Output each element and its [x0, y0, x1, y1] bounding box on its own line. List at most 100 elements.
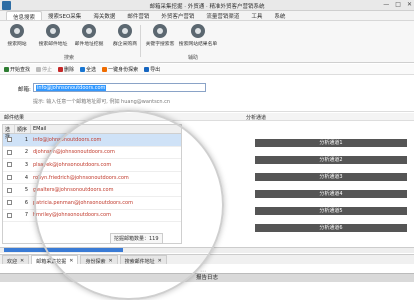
ribbon-label: 搜索邮件地址 [38, 42, 68, 47]
close-icon[interactable]: ✕ [158, 258, 162, 264]
key-icon [153, 24, 167, 38]
at-icon [82, 24, 96, 38]
ribbon-results-button[interactable]: 搜索网站结果名单 [178, 24, 218, 47]
menu-seo[interactable]: 搜索SEO采集 [42, 11, 87, 20]
tab-identity[interactable]: 身份探索 ✕ [80, 255, 118, 265]
tab-welcome[interactable]: 欢迎 ✕ [2, 255, 30, 265]
row-checkbox[interactable] [6, 200, 12, 206]
menu-customs[interactable]: 海关数据 [87, 11, 121, 20]
ribbon-buyers-button[interactable]: 群企采购商 [108, 24, 142, 47]
ribbon-group-search: 搜索 [64, 55, 75, 61]
tab-email-mining[interactable]: 邮箱采集挖掘 ✕ [31, 255, 79, 265]
row-index: 7 [24, 212, 28, 219]
channel-5-button[interactable]: 分析通道5 [255, 207, 407, 215]
channel-3-button[interactable]: 分析通道3 [255, 173, 407, 181]
ribbon-mine-email-button[interactable]: 邮件地址挖掘 [72, 24, 106, 47]
log-panel-header[interactable]: 报告日志 [0, 273, 414, 282]
channel-2-button[interactable]: 分析通道2 [255, 156, 407, 164]
ribbon-search-site-button[interactable]: 搜索网站 [2, 24, 32, 47]
maximize-button[interactable]: □ [395, 1, 401, 8]
start-button[interactable]: 开始查找 [4, 66, 30, 73]
results-title: 邮件结果 [0, 113, 240, 121]
close-icon[interactable]: ✕ [20, 258, 24, 264]
stop-button[interactable]: 停止 [36, 66, 52, 73]
menu-client-marketing[interactable]: 外贸客户营销 [155, 11, 200, 20]
table-row[interactable]: 6 patricia.penman@johnsonoutdoors.com [3, 197, 181, 210]
window-title: 邮箱采集挖掘 · 外贸通 · 精准外贸客户营销系统 [149, 4, 265, 10]
tab-label: 身份探索 [85, 259, 106, 265]
export-label: 导出 [150, 66, 161, 73]
table-row[interactable]: 1 info@johnsonoutdoors.com [3, 134, 181, 147]
menu-traffic[interactable]: 流量营销渠道 [200, 11, 245, 20]
ribbon-keyword-button[interactable]: 关键字搜索客 [143, 24, 177, 47]
ribbon-label: 搜索网站 [7, 42, 27, 47]
table-row[interactable]: 7 hmriley@johnsonoutdoors.com [3, 210, 181, 223]
email-input[interactable]: info@johnsonoutdoors.com [33, 83, 206, 92]
channels-title: 分析通道 [240, 113, 414, 121]
progress-bar [4, 248, 123, 252]
tab-label: 搜索邮件地址 [124, 259, 155, 265]
ribbon-separator [140, 25, 141, 57]
menu-email-marketing[interactable]: 邮件营销 [121, 11, 155, 20]
table-row[interactable]: 2 djohnson@johnsonoutdoors.com [3, 147, 181, 160]
ribbon-search-email-button[interactable]: 搜索邮件地址 [36, 24, 70, 47]
delete-button[interactable]: 删除 [58, 66, 74, 73]
row-checkbox[interactable] [6, 149, 12, 155]
row-checkbox[interactable] [6, 212, 12, 218]
row-email: robyn.friedrich@johnsonoutdoors.com [33, 174, 129, 181]
row-index: 2 [24, 149, 28, 156]
col-email[interactable]: EMail [31, 125, 181, 133]
tab-search-email[interactable]: 搜索邮件地址 ✕ [119, 255, 167, 265]
row-checkbox[interactable] [6, 162, 12, 168]
menu-bar: 信息搜索 搜索SEO采集 海关数据 邮件营销 外贸客户营销 流量营销渠道 工具 … [0, 11, 414, 21]
ribbon-label: 搜索网站结果名单 [178, 42, 218, 47]
menu-info-search[interactable]: 信息搜索 [6, 11, 43, 21]
row-checkbox[interactable] [6, 175, 12, 181]
building-icon [118, 24, 132, 38]
select-all-label: 全选 [86, 66, 97, 73]
ribbon-label: 群企采购商 [113, 42, 137, 47]
close-icon[interactable]: ✕ [108, 258, 112, 264]
row-index: 1 [24, 136, 28, 143]
row-index: 5 [24, 187, 28, 194]
close-icon[interactable]: ✕ [69, 258, 73, 264]
row-email: djohnson@johnsonoutdoors.com [33, 149, 115, 156]
tab-label: 邮箱采集挖掘 [36, 259, 67, 265]
row-checkbox[interactable] [6, 137, 12, 143]
col-select[interactable]: 选择 [3, 125, 15, 140]
col-order[interactable]: 顺序 [15, 125, 31, 133]
export-button[interactable]: 导出 [144, 66, 160, 73]
stop-icon [36, 66, 42, 72]
channel-list: 分析通道1 分析通道2 分析通道3 分析通道4 分析通道5 分析通道6 [255, 139, 407, 241]
person-icon [102, 66, 108, 72]
table-row[interactable]: 5 gwalters@johnsonoutdoors.com [3, 184, 181, 197]
row-checkbox[interactable] [6, 187, 12, 193]
list-icon [191, 24, 205, 38]
envelope-icon [46, 24, 60, 38]
identity-find-label: 一键身份探索 [108, 66, 139, 73]
ribbon-label: 邮件地址挖掘 [74, 42, 104, 47]
table-row[interactable]: 3 plsayek@johnsonoutdoors.com [3, 159, 181, 172]
delete-icon [58, 66, 64, 72]
ribbon: 搜索网站 搜索邮件地址 邮件地址挖掘 群企采购商 关键字搜索客 搜索网站结果名单… [0, 21, 414, 63]
close-button[interactable]: ✕ [407, 1, 412, 8]
ribbon-group-assist: 辅助 [188, 55, 199, 61]
channel-1-button[interactable]: 分析通道1 [255, 139, 407, 147]
action-toolbar: 开始查找 停止 删除 全选 一键身份探索 导出 [0, 64, 414, 75]
table-row[interactable]: 4 robyn.friedrich@johnsonoutdoors.com [3, 172, 181, 185]
delete-label: 删除 [64, 66, 75, 73]
menu-system[interactable]: 系统 [268, 11, 291, 20]
tab-label: 欢迎 [7, 259, 18, 265]
play-icon [4, 66, 9, 72]
channel-4-button[interactable]: 分析通道4 [255, 190, 407, 198]
identity-find-button[interactable]: 一键身份探索 [102, 66, 138, 73]
channel-6-button[interactable]: 分析通道6 [255, 224, 407, 232]
row-index: 6 [24, 199, 28, 206]
log-panel [0, 282, 414, 299]
menu-tools[interactable]: 工具 [245, 11, 268, 20]
title-bar: 邮箱采集挖掘 · 外贸通 · 精准外贸客户营销系统 — □ ✕ [0, 0, 414, 11]
export-icon [144, 66, 150, 72]
select-all-button[interactable]: 全选 [80, 66, 96, 73]
email-count: 挖掘邮箱数量：119 [110, 233, 163, 244]
minimize-button[interactable]: — [383, 1, 389, 8]
